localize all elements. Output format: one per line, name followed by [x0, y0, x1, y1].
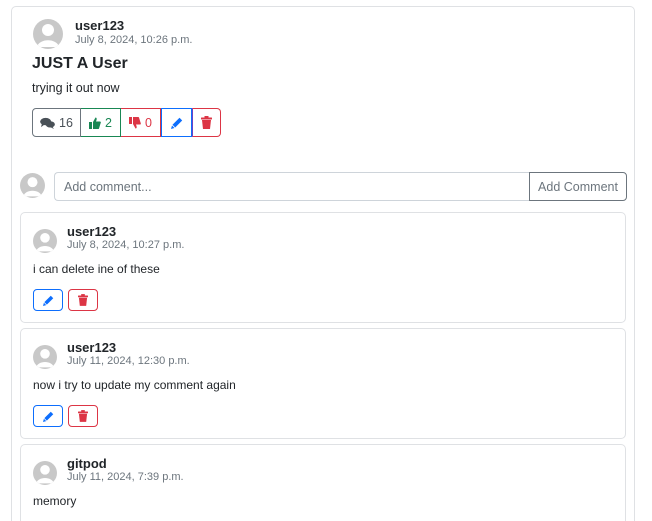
comment-author-avatar — [33, 461, 57, 485]
comments-icon — [40, 117, 55, 129]
comment-card: user123 July 8, 2024, 10:27 p.m. i can d… — [20, 212, 626, 323]
edit-comment-button[interactable] — [33, 405, 63, 427]
add-comment-input[interactable] — [54, 172, 530, 201]
post-title: JUST A User — [32, 55, 128, 72]
comment-date: July 8, 2024, 10:27 p.m. — [67, 239, 185, 251]
current-user-avatar — [20, 173, 45, 198]
pencil-icon — [42, 295, 53, 306]
post-action-group: 16 2 0 — [32, 108, 221, 137]
trash-icon — [78, 294, 88, 306]
edit-post-button[interactable] — [161, 108, 192, 137]
post-date: July 8, 2024, 10:26 p.m. — [75, 34, 193, 46]
comment-author-name[interactable]: gitpod — [67, 456, 107, 471]
trash-icon — [78, 410, 88, 422]
comment-text: now i try to update my comment again — [33, 378, 236, 392]
delete-comment-button[interactable] — [68, 405, 98, 427]
like-button[interactable]: 2 — [81, 108, 121, 137]
delete-comment-button[interactable] — [68, 289, 98, 311]
edit-comment-button[interactable] — [33, 289, 63, 311]
comment-date: July 11, 2024, 7:39 p.m. — [67, 471, 184, 483]
comments-count-button[interactable]: 16 — [32, 108, 81, 137]
comment-author-name[interactable]: user123 — [67, 224, 116, 239]
thumbs-up-icon — [89, 117, 101, 129]
post-author-name[interactable]: user123 — [75, 18, 124, 33]
comment-author-name[interactable]: user123 — [67, 340, 116, 355]
add-comment-button[interactable]: Add Comment — [529, 172, 627, 201]
comment-text: memory — [33, 494, 77, 508]
add-comment-row: Add Comment — [20, 172, 627, 201]
thumbs-down-icon — [129, 116, 141, 128]
comment-text: i can delete ine of these — [33, 262, 160, 276]
pencil-icon — [170, 117, 182, 129]
delete-post-button[interactable] — [192, 108, 221, 137]
like-count: 2 — [105, 115, 112, 130]
comment-author-avatar — [33, 229, 57, 253]
dislike-count: 0 — [145, 115, 152, 130]
comment-date: July 11, 2024, 12:30 p.m. — [67, 355, 190, 367]
comment-author-avatar — [33, 345, 57, 369]
comment-card: user123 July 11, 2024, 12:30 p.m. now i … — [20, 328, 626, 439]
comments-count: 16 — [59, 115, 73, 130]
post-body: trying it out now — [32, 81, 120, 95]
dislike-button[interactable]: 0 — [121, 108, 161, 137]
comment-card: gitpod July 11, 2024, 7:39 p.m. memory — [20, 444, 626, 521]
pencil-icon — [42, 411, 53, 422]
post-author-avatar — [33, 19, 63, 49]
trash-icon — [201, 116, 212, 129]
